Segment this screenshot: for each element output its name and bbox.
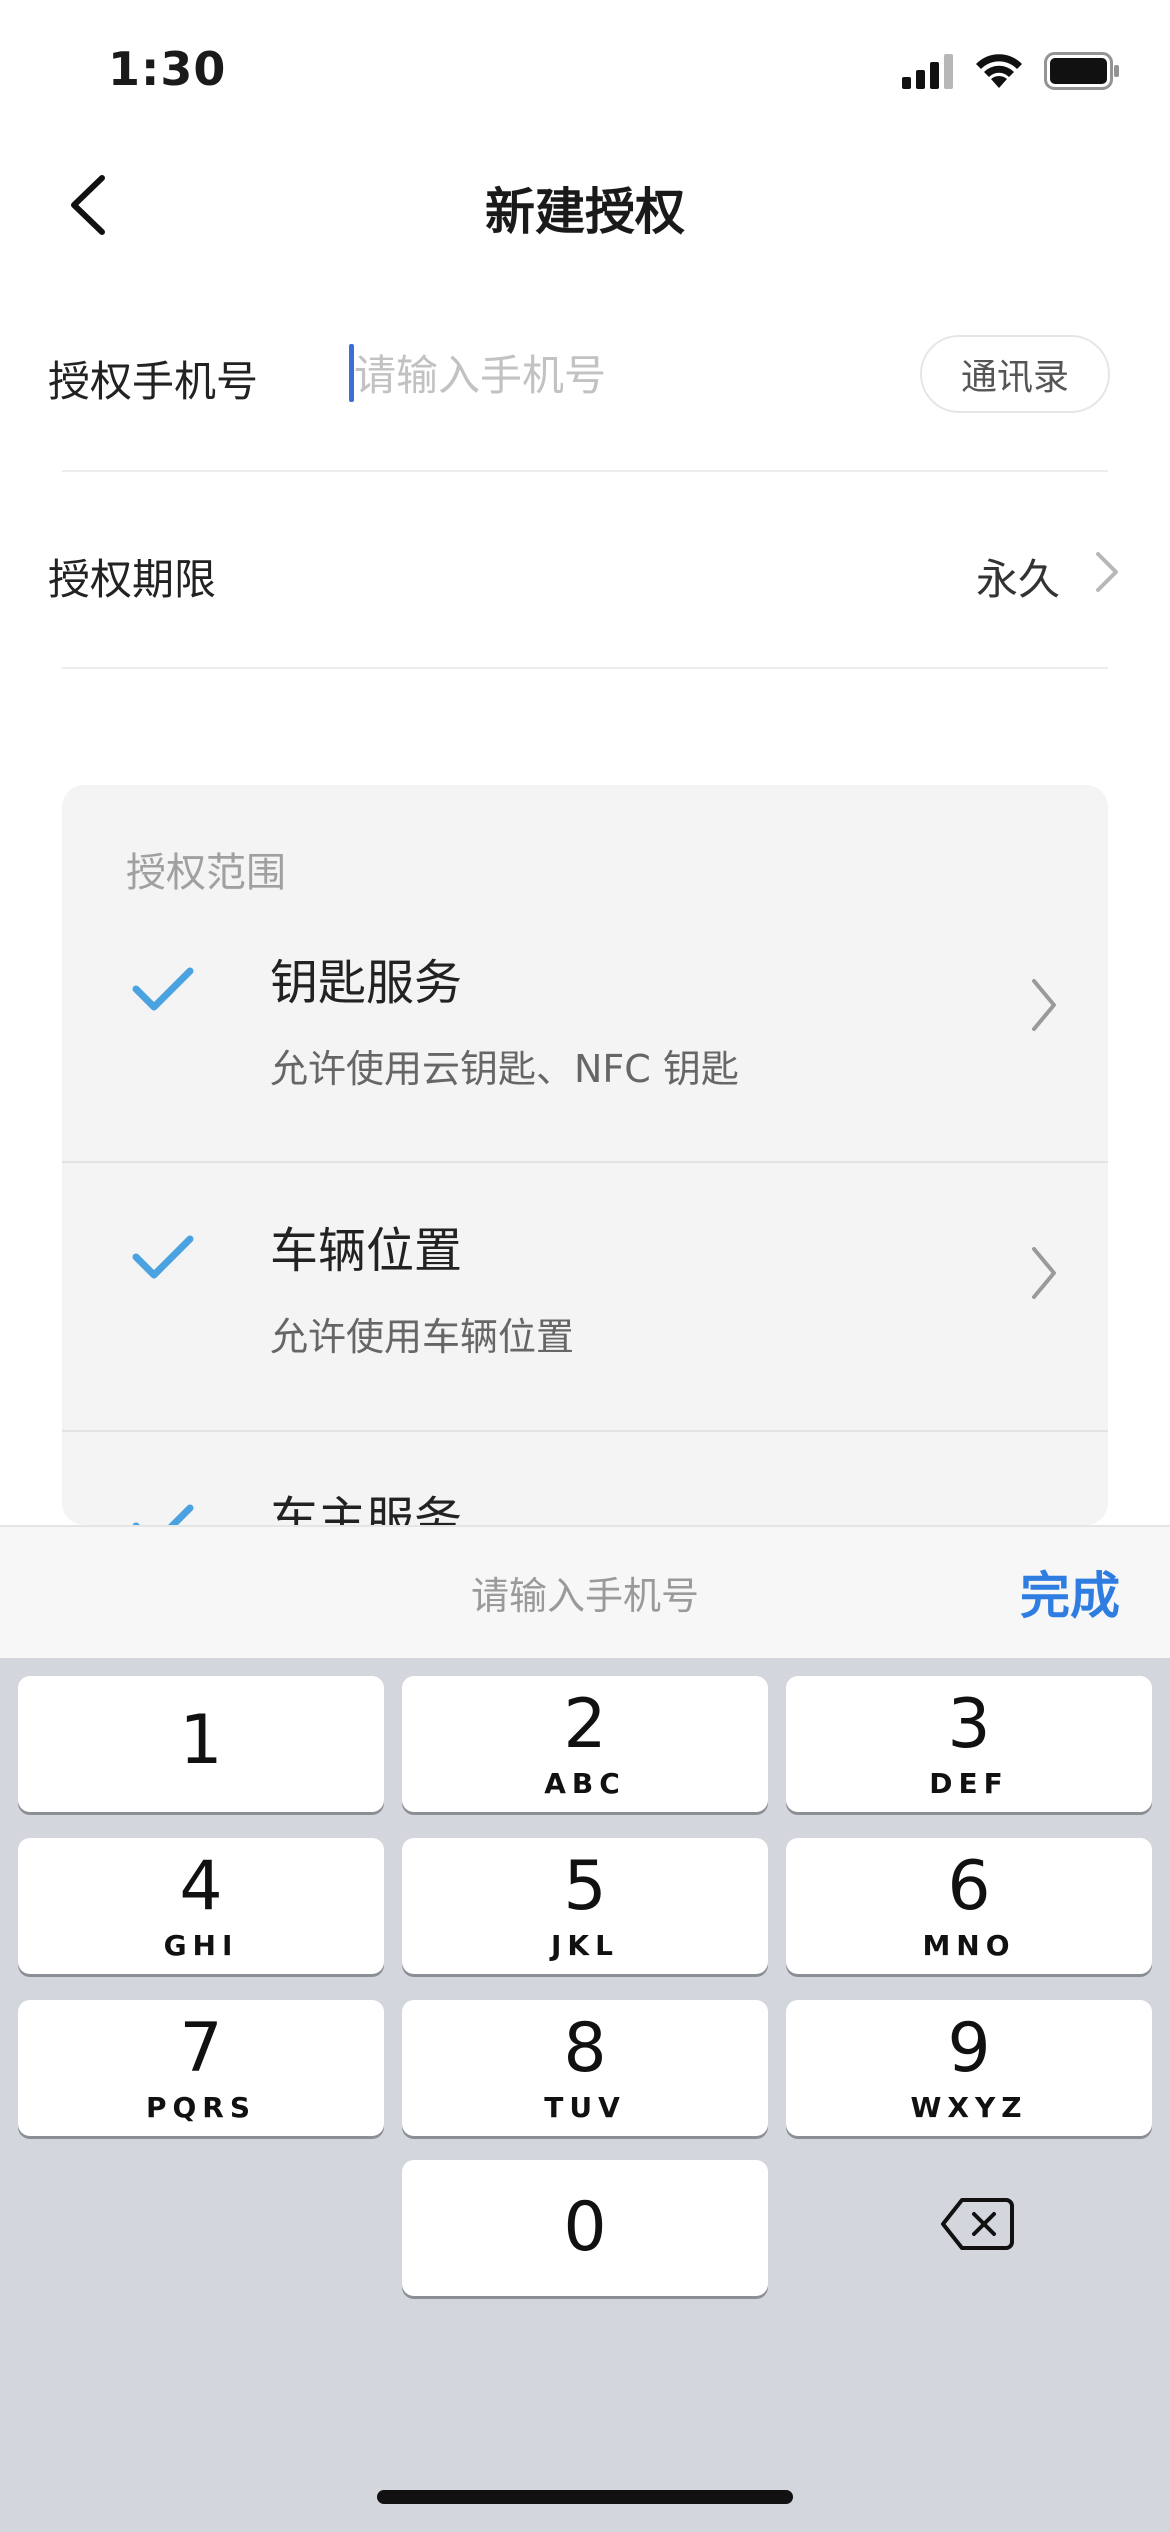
scope-item-key-service[interactable]: 钥匙服务 允许使用云钥匙、NFC 钥匙 — [62, 895, 1108, 1163]
status-time: 1:30 — [108, 42, 227, 96]
key-2[interactable]: 2 ABC — [402, 1676, 768, 1812]
key-digit: 9 — [947, 2008, 991, 2088]
phone-label: 授权手机号 — [48, 357, 259, 406]
key-letters: ABC — [544, 1766, 626, 1800]
page-title: 新建授权 — [485, 183, 685, 241]
divider — [62, 667, 1108, 669]
key-letters: PQRS — [145, 2090, 257, 2124]
key-0[interactable]: 0 — [402, 2160, 768, 2296]
key-digit: 0 — [563, 2188, 607, 2267]
key-3[interactable]: 3 DEF — [786, 1676, 1152, 1812]
period-value[interactable]: 永久 — [976, 546, 1060, 607]
scope-card: 授权范围 钥匙服务 允许使用云钥匙、NFC 钥匙 车辆位置 允许使用车辆位置 车… — [62, 785, 1108, 1525]
cellular-signal-icon — [902, 54, 953, 89]
key-1[interactable]: 1 — [18, 1676, 384, 1812]
key-digit: 6 — [947, 1846, 991, 1926]
contacts-button[interactable]: 通讯录 — [920, 335, 1110, 413]
scope-item-name: 钥匙服务 — [270, 955, 463, 1011]
done-button[interactable]: 完成 — [1020, 1556, 1120, 1628]
phone-input[interactable] — [350, 340, 904, 410]
home-indicator — [377, 2490, 793, 2504]
text-caret — [349, 344, 354, 402]
scope-title: 授权范围 — [126, 850, 286, 896]
key-digit: 4 — [179, 1846, 223, 1926]
key-7[interactable]: 7 PQRS — [18, 2000, 384, 2136]
key-letters: TUV — [544, 2090, 626, 2124]
key-letters: WXYZ — [910, 2090, 1028, 2124]
input-bar-hint: 请输入手机号 — [470, 1574, 699, 1618]
key-digit: 2 — [563, 1684, 607, 1764]
key-digit: 8 — [563, 2008, 607, 2088]
key-8[interactable]: 8 TUV — [402, 2000, 768, 2136]
key-6[interactable]: 6 MNO — [786, 1838, 1152, 1974]
key-digit: 7 — [179, 2008, 223, 2088]
period-label: 授权期限 — [48, 555, 217, 604]
key-digit: 1 — [179, 1701, 223, 1780]
key-5[interactable]: 5 JKL — [402, 1838, 768, 1974]
key-digit: 3 — [947, 1684, 991, 1764]
checkmark-icon — [132, 1504, 194, 1525]
key-9[interactable]: 9 WXYZ — [786, 2000, 1152, 2136]
key-digit: 5 — [563, 1846, 607, 1926]
battery-icon — [1044, 52, 1119, 90]
checkmark-icon — [132, 1235, 194, 1279]
scope-item-name: 车主服务 — [270, 1492, 463, 1525]
chevron-right-icon[interactable] — [1090, 548, 1122, 596]
scope-item-owner-service[interactable]: 车主服务 — [62, 1432, 1108, 1525]
wifi-icon — [976, 54, 1022, 88]
scope-item-vehicle-location[interactable]: 车辆位置 允许使用车辆位置 — [62, 1163, 1108, 1431]
key-letters: GHI — [163, 1928, 239, 1962]
key-4[interactable]: 4 GHI — [18, 1838, 384, 1974]
scope-item-desc: 允许使用云钥匙、NFC 钥匙 — [270, 1047, 739, 1091]
key-letters: DEF — [929, 1766, 1009, 1800]
scope-item-name: 车辆位置 — [270, 1223, 463, 1279]
key-letters: JKL — [551, 1928, 619, 1962]
status-icons — [902, 52, 1120, 90]
chevron-right-icon — [1032, 979, 1056, 1031]
key-letters: MNO — [922, 1928, 1016, 1962]
backspace-icon[interactable] — [940, 2196, 1014, 2252]
chevron-right-icon — [1032, 1247, 1056, 1299]
scope-item-desc: 允许使用车辆位置 — [270, 1315, 575, 1359]
checkmark-icon — [132, 967, 194, 1011]
divider — [62, 470, 1108, 472]
